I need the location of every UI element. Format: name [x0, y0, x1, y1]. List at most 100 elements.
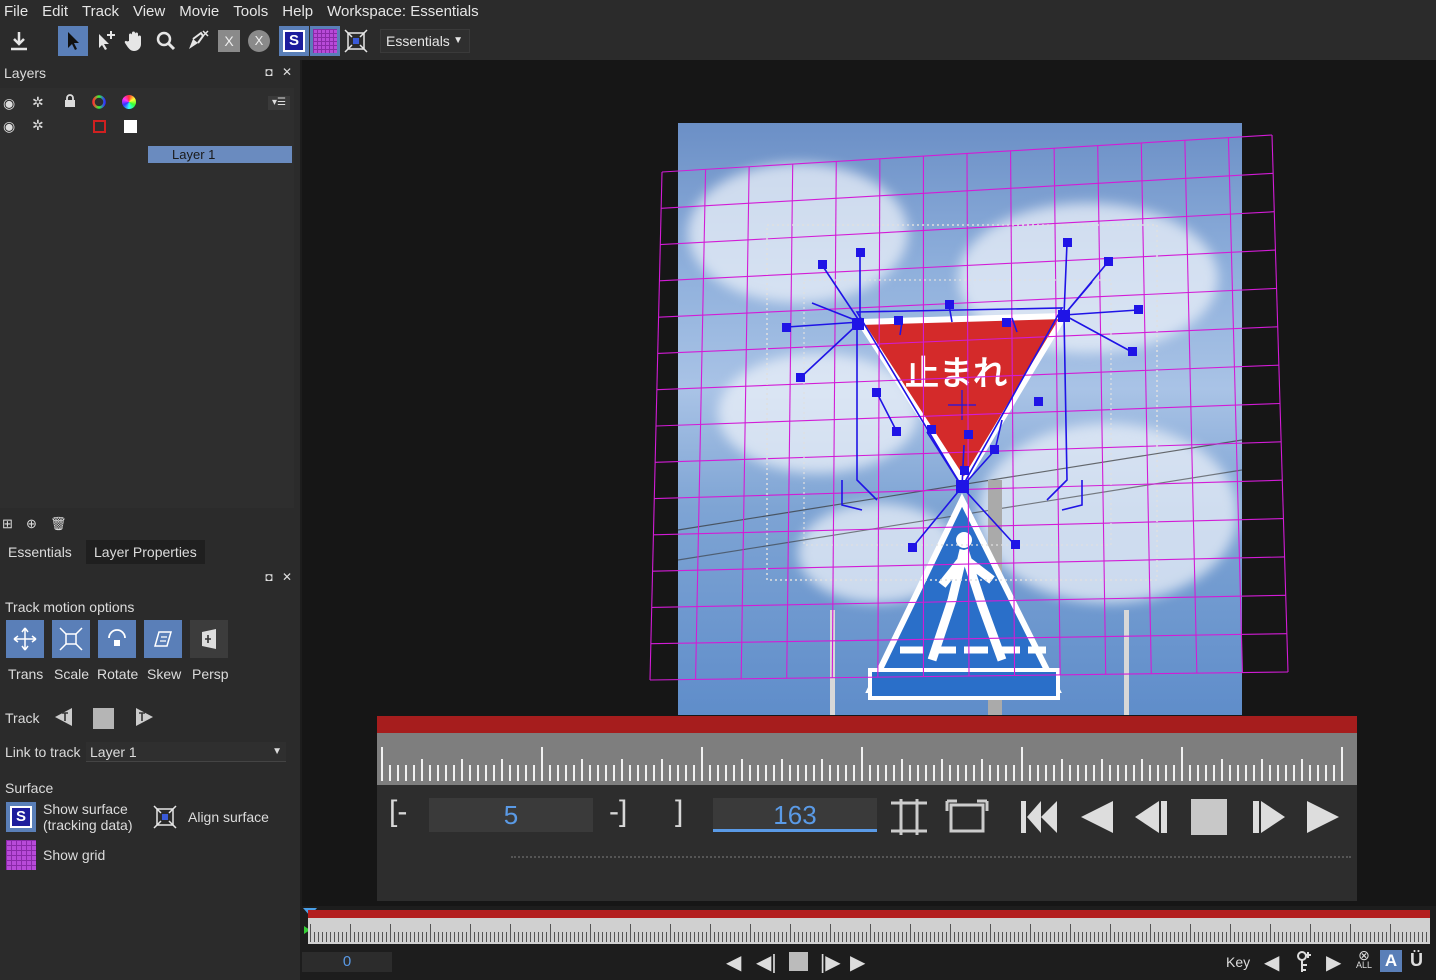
layer-item[interactable]: Layer 1 — [148, 146, 292, 163]
add-key-icon[interactable] — [1294, 950, 1314, 977]
x-circle-icon[interactable]: X — [244, 26, 274, 56]
bottom-ruler[interactable] — [308, 918, 1431, 944]
ruler-tick — [1334, 932, 1335, 942]
all-keys-icon[interactable]: ⊗ ALL — [1354, 948, 1374, 970]
menu-edit[interactable]: Edit — [42, 3, 68, 20]
ruler-tick — [662, 932, 663, 942]
menu-tools[interactable]: Tools — [233, 3, 268, 20]
undock-icon[interactable]: ◘ — [265, 65, 272, 79]
play-forward-icon[interactable] — [1305, 799, 1341, 838]
align-surface-icon[interactable] — [341, 26, 371, 56]
stop-icon[interactable] — [1191, 799, 1227, 835]
workspace-select[interactable]: Essentials ▼ — [380, 29, 470, 53]
layer-settings-icon[interactable]: ✲ — [32, 117, 44, 134]
bottom-stop-icon[interactable] — [789, 952, 808, 971]
trim-out-icon[interactable] — [945, 797, 989, 840]
layer-visibility-icon[interactable]: ◉ — [3, 118, 15, 135]
bottom-play-backward-icon[interactable]: ◀ — [726, 950, 741, 975]
bottom-step-backward-icon[interactable]: ◀| — [756, 950, 777, 975]
export-icon[interactable] — [4, 26, 34, 56]
ruler-tick — [1426, 932, 1427, 942]
ruler-tick — [434, 932, 435, 942]
set-in-button[interactable]: [- — [389, 795, 407, 829]
trash-icon[interactable]: 🗑 — [50, 516, 67, 532]
menu-help[interactable]: Help — [282, 3, 313, 20]
play-backward-icon[interactable] — [1079, 799, 1115, 838]
pen-icon[interactable] — [183, 26, 213, 56]
ruler-tick — [381, 747, 383, 781]
new-layer-icon[interactable]: ⊕ — [26, 516, 37, 532]
set-out-button[interactable]: -] — [609, 795, 627, 829]
ruler-tick — [1158, 932, 1159, 942]
auto-key-icon[interactable]: A — [1380, 950, 1402, 972]
show-grid-icon[interactable] — [310, 26, 340, 56]
ruler-tick — [1278, 932, 1279, 942]
step-backward-icon[interactable] — [1133, 799, 1169, 838]
ruler-tick — [1074, 932, 1075, 942]
ruler-tick — [654, 932, 655, 942]
scale-button[interactable] — [52, 620, 90, 658]
undock-icon[interactable]: ◘ — [265, 570, 272, 584]
ruler-tick — [1266, 932, 1267, 942]
menu-workspace[interactable]: Workspace: Essentials — [327, 3, 478, 20]
align-surface-button[interactable] — [150, 802, 180, 832]
close-icon[interactable]: ✕ — [282, 570, 292, 584]
tab-essentials[interactable]: Essentials — [0, 540, 80, 564]
go-to-start-icon[interactable] — [1019, 799, 1059, 838]
show-surface-icon[interactable]: S — [279, 26, 309, 56]
ruler-tick — [517, 765, 519, 781]
bottom-play-forward-icon[interactable]: ▶ — [850, 950, 865, 975]
skew-button[interactable] — [144, 620, 182, 658]
tab-layer-properties[interactable]: Layer Properties — [86, 540, 205, 564]
current-frame-field[interactable]: 163 — [713, 798, 877, 832]
layer-fill-swatch[interactable] — [124, 120, 137, 133]
ruler-tick — [502, 932, 503, 942]
show-surface-toggle[interactable]: S — [6, 802, 36, 832]
work-area-bar[interactable] — [377, 716, 1357, 733]
menu-file[interactable]: File — [4, 3, 28, 20]
track-stop-icon[interactable] — [93, 708, 114, 729]
show-grid-toggle[interactable] — [6, 840, 36, 870]
menu-track[interactable]: Track — [82, 3, 119, 20]
timeline-ruler[interactable] — [377, 733, 1357, 785]
layer-name: Layer 1 — [172, 147, 216, 162]
step-forward-icon[interactable] — [1251, 799, 1287, 838]
ruler-tick — [509, 765, 511, 781]
close-bracket-button[interactable]: ] — [675, 795, 683, 829]
trim-in-icon[interactable] — [887, 797, 931, 840]
hand-icon[interactable] — [120, 26, 150, 56]
track-backward-icon[interactable] — [52, 706, 74, 731]
zoom-icon[interactable] — [151, 26, 181, 56]
ruler-tick — [1298, 932, 1299, 942]
bottom-work-area-bar[interactable] — [308, 910, 1430, 918]
ruler-tick — [1309, 765, 1311, 781]
ruler-tick — [1134, 932, 1135, 942]
in-point-field[interactable]: 5 — [429, 798, 593, 832]
prev-key-icon[interactable]: ◀ — [1264, 950, 1279, 975]
new-group-icon[interactable]: ⊞ — [2, 516, 13, 532]
link-to-track-select[interactable]: Layer 1 ▼ — [86, 742, 286, 762]
add-point-icon[interactable] — [91, 26, 121, 56]
menu-movie[interactable]: Movie — [179, 3, 219, 20]
ruler-tick — [590, 924, 591, 942]
ruler-tick — [733, 765, 735, 781]
trans-button[interactable] — [6, 620, 44, 658]
x-square-icon[interactable]: X — [214, 26, 244, 56]
rotate-button[interactable] — [98, 620, 136, 658]
close-icon[interactable]: ✕ — [282, 65, 292, 79]
ruler-tick — [1318, 932, 1319, 942]
link-to-track-label: Link to track — [5, 744, 81, 760]
track-forward-icon[interactable] — [134, 706, 156, 731]
bottom-step-forward-icon[interactable]: |▶ — [820, 950, 841, 975]
layer-color-swatch[interactable] — [93, 120, 106, 133]
persp-button[interactable] — [190, 620, 228, 658]
ruler-tick — [554, 932, 555, 942]
select-icon[interactable] — [58, 26, 88, 56]
uberkey-icon[interactable]: Ü — [1410, 950, 1423, 971]
menu-view[interactable]: View — [133, 3, 165, 20]
ruler-tick — [534, 932, 535, 942]
next-key-icon[interactable]: ▶ — [1326, 950, 1341, 975]
ruler-tick — [822, 932, 823, 942]
layers-menu-icon[interactable]: ▾☰ — [268, 96, 290, 110]
bottom-frame-field[interactable]: 0 — [302, 952, 392, 972]
